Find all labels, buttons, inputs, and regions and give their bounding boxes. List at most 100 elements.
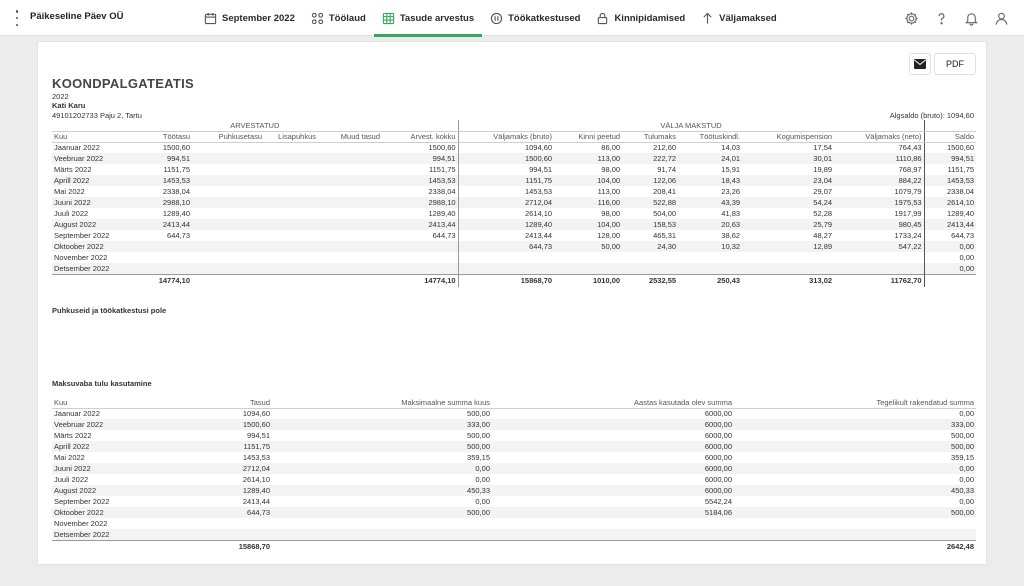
value-cell: 333,00 bbox=[272, 419, 492, 430]
value-cell: 6000,00 bbox=[704, 409, 732, 419]
month-cell: November 2022 bbox=[54, 519, 108, 528]
table-row: November 2022 bbox=[52, 518, 976, 529]
user-icon[interactable] bbox=[992, 9, 1010, 27]
value-cell: 994,51 bbox=[923, 153, 977, 164]
value-cell bbox=[192, 153, 264, 164]
value-cell bbox=[734, 518, 976, 529]
value-cell: 158,53 bbox=[622, 219, 679, 230]
month-cell: September 2022 bbox=[54, 231, 110, 240]
table-row: Juuni 2022 2712,04 0,00 6000,00 0,00 bbox=[52, 463, 976, 474]
value-cell: 208,41 bbox=[653, 187, 677, 196]
settings-icon[interactable] bbox=[902, 9, 920, 27]
value-cell: 500,00 bbox=[272, 441, 492, 452]
column-header: Aastas kasutada olev summa bbox=[492, 397, 734, 409]
column-header: Puhkusetasu bbox=[192, 131, 264, 143]
value-cell: 14,03 bbox=[721, 143, 741, 153]
total-cell: 14774,10 bbox=[134, 273, 192, 287]
value-cell bbox=[734, 529, 976, 540]
value-cell: 29,07 bbox=[813, 187, 833, 196]
value-cell: 91,74 bbox=[657, 165, 677, 174]
nav-tasude-arvestus[interactable]: Tasude arvestus bbox=[373, 0, 483, 37]
value-cell: 5184,06 bbox=[492, 507, 734, 518]
table-row: Aprill 2022 1151,75 500,00 6000,00 500,00 bbox=[52, 441, 976, 452]
value-cell: 2712,04 bbox=[457, 197, 555, 208]
summary-table: ARVESTATUD VÄLJA MAKSTUD Kuu Töötasu Puhku… bbox=[52, 120, 977, 287]
help-icon[interactable] bbox=[932, 9, 950, 27]
value-cell bbox=[192, 230, 264, 241]
value-cell: 2988,10 bbox=[382, 197, 459, 208]
value-cell: 6000,00 bbox=[492, 463, 734, 474]
pdf-button[interactable]: PDF bbox=[934, 53, 976, 75]
opening-balance: Algsaldo (bruto): 1094,60 bbox=[889, 111, 974, 120]
table-header-row: Kuu Tasud Maksimaalne summa kuus Aastas kas… bbox=[52, 397, 976, 409]
value-cell: 17,54 bbox=[813, 143, 833, 153]
value-cell bbox=[318, 208, 382, 219]
value-cell: 884,22 bbox=[834, 175, 925, 186]
value-cell: 41,83 bbox=[721, 209, 741, 218]
table-row: Veebruar 2022 994,51 994,51 1500,60 113,00 22… bbox=[52, 153, 977, 164]
mail-icon bbox=[914, 59, 926, 69]
value-cell: 768,97 bbox=[898, 165, 922, 174]
value-cell: 0,00 bbox=[959, 409, 974, 419]
arrow-up-icon bbox=[703, 12, 712, 24]
value-cell bbox=[134, 241, 192, 252]
value-cell: 122,06 bbox=[622, 175, 679, 186]
tax-free-title: Maksuvaba tulu kasutamine bbox=[52, 379, 152, 388]
column-header: Lisapuhkus bbox=[264, 131, 318, 143]
column-header: Kogumispension bbox=[742, 131, 835, 143]
value-cell: 0,00 bbox=[272, 463, 492, 474]
nav-kinnipidamised[interactable]: Kinnipidamised bbox=[588, 0, 693, 36]
nav-toolaud[interactable]: Töölaud bbox=[303, 0, 374, 36]
value-cell: 104,00 bbox=[554, 175, 623, 186]
total-cell: 313,02 bbox=[742, 273, 835, 287]
value-cell: 1453,53 bbox=[923, 175, 977, 186]
value-cell: 547,22 bbox=[834, 241, 925, 252]
value-cell: 2712,04 bbox=[162, 463, 272, 474]
nav-label: Väljamaksed bbox=[719, 12, 777, 24]
value-cell: 1453,53 bbox=[382, 175, 459, 186]
table-row: Mai 2022 2338,04 2338,04 1453,53 113,00 208,4… bbox=[52, 186, 977, 197]
total-cell bbox=[52, 273, 134, 287]
month-cell: Jaanuar 2022 bbox=[54, 409, 100, 419]
total-cell: 2642,48 bbox=[734, 539, 976, 553]
value-cell bbox=[678, 263, 743, 274]
value-cell: 1151,75 bbox=[163, 165, 190, 174]
value-cell: 994,51 bbox=[457, 164, 555, 175]
menu-kebab-icon[interactable] bbox=[12, 10, 22, 26]
value-cell: 113,00 bbox=[554, 153, 623, 164]
value-cell bbox=[554, 252, 622, 263]
nav-label: Kinnipidamised bbox=[614, 12, 686, 24]
value-cell: 30,01 bbox=[742, 153, 835, 164]
nav-tookatkestused[interactable]: Töökatkestused bbox=[482, 0, 588, 36]
nav-valjamaksed[interactable]: Väljamaksed bbox=[693, 0, 785, 36]
value-cell: 2614,10 bbox=[242, 475, 270, 484]
bell-icon[interactable] bbox=[962, 9, 980, 27]
value-cell bbox=[318, 263, 382, 274]
month-cell: Märts 2022 bbox=[54, 431, 92, 440]
value-cell bbox=[457, 252, 555, 263]
value-cell: 450,33 bbox=[272, 485, 492, 496]
value-cell bbox=[318, 142, 382, 153]
value-cell: 2614,10 bbox=[457, 208, 555, 219]
value-cell bbox=[264, 219, 318, 230]
value-cell bbox=[264, 175, 318, 186]
value-cell: 5542,24 bbox=[704, 497, 732, 506]
email-button[interactable] bbox=[909, 53, 931, 75]
table-row: Veebruar 2022 1500,60 333,00 6000,00 333,00 bbox=[52, 419, 976, 430]
value-cell: 54,24 bbox=[742, 197, 835, 208]
value-cell: 2413,44 bbox=[382, 219, 459, 230]
value-cell bbox=[382, 263, 459, 274]
value-cell bbox=[382, 252, 458, 263]
value-cell: 19,89 bbox=[813, 165, 833, 174]
column-header: Tegelikult rakendatud summa bbox=[734, 397, 976, 409]
column-header: Arvest. kokku bbox=[382, 131, 459, 143]
value-cell: 24,01 bbox=[678, 153, 743, 164]
calendar-icon bbox=[204, 12, 217, 24]
value-cell: 1975,53 bbox=[834, 197, 925, 208]
company-name[interactable]: Päikeseline Päev OÜ bbox=[30, 11, 123, 22]
value-cell: 0,00 bbox=[923, 252, 977, 263]
value-cell bbox=[264, 230, 318, 241]
group-paid: VÄLJA MAKSTUD bbox=[457, 120, 925, 132]
nav-period-september[interactable]: September 2022 bbox=[196, 0, 303, 36]
value-cell bbox=[272, 529, 492, 540]
